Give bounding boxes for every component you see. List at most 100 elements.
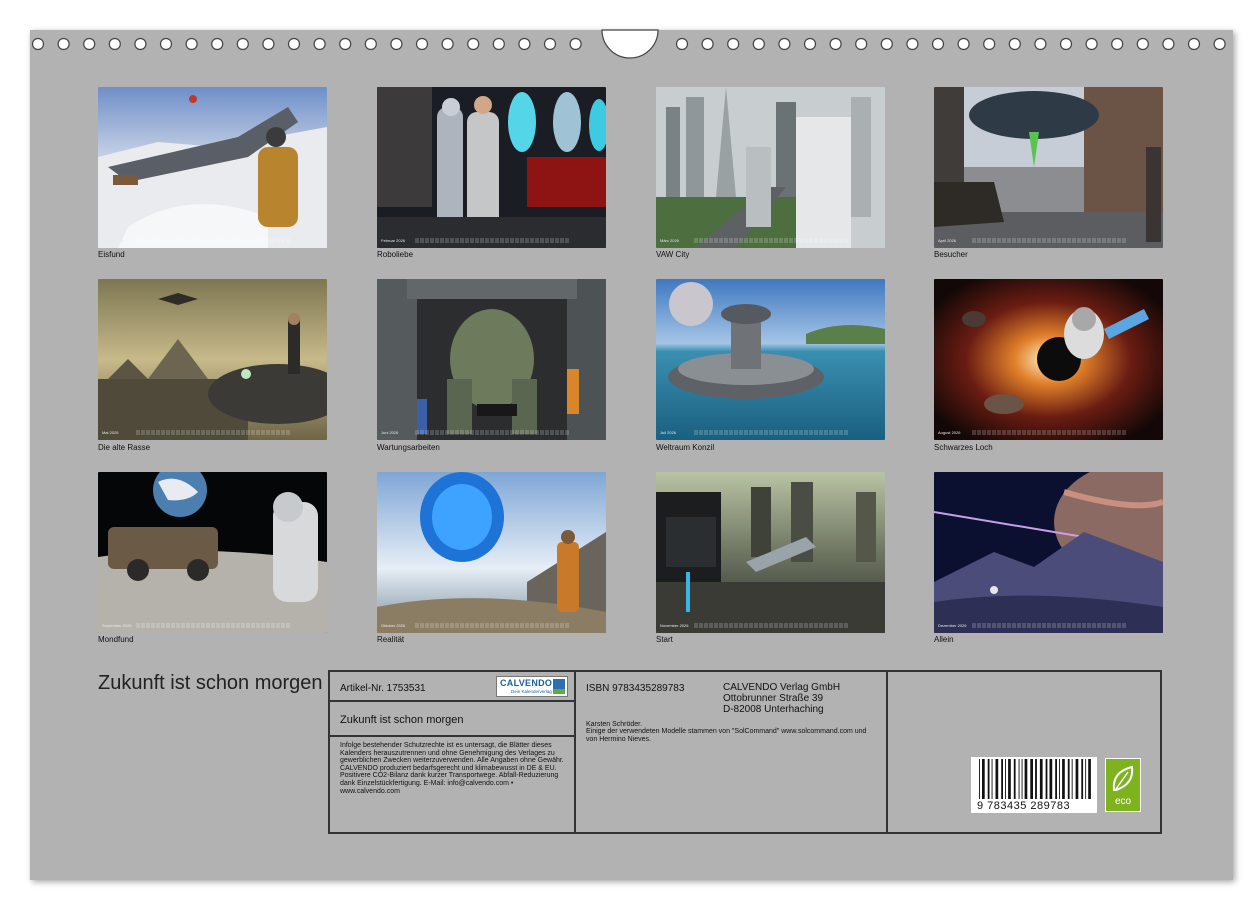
- eco-badge: eco: [1105, 758, 1141, 812]
- binding-hole: [492, 37, 505, 51]
- month-image-3: März 2026: [656, 87, 885, 248]
- month-image-8: August 2026: [934, 279, 1163, 440]
- binding-hole: [339, 37, 352, 51]
- info-box: Artikel-Nr. 1753531 CALVENDO Dein Kalend…: [328, 670, 1162, 834]
- month-image-7: Juli 2026: [656, 279, 885, 440]
- hanger-cutout: [601, 29, 659, 59]
- logo-text: CALVENDO: [500, 678, 553, 688]
- binding-hole: [931, 37, 945, 51]
- month-strip: April 2026: [934, 237, 1163, 244]
- binding-hole: [569, 37, 582, 51]
- month-strip: Juli 2026: [656, 429, 885, 436]
- caption-8: Schwarzes Loch: [934, 443, 993, 452]
- binding-hole: [1111, 37, 1124, 51]
- binding-hole: [467, 37, 480, 51]
- month-label: September 2026: [102, 623, 132, 628]
- binding-hole: [390, 37, 403, 51]
- binding-hole: [185, 37, 198, 51]
- caption-6: Wartungsarbeiten: [377, 443, 440, 452]
- binding-hole: [1059, 37, 1073, 51]
- month-strip: Juni 2026: [377, 429, 606, 436]
- binding-hole: [1187, 37, 1201, 51]
- month-image-6: Juni 2026: [377, 279, 606, 440]
- binding-hole: [108, 37, 121, 51]
- product-title: Zukunft ist schon morgen: [340, 714, 464, 726]
- month-strip: August 2026: [934, 429, 1163, 436]
- month-label: Juli 2026: [660, 430, 677, 435]
- binding-hole: [1162, 37, 1175, 51]
- month-image-5: Mai 2026: [98, 279, 327, 440]
- binding-hole: [727, 37, 740, 51]
- binding-hole: [31, 37, 45, 51]
- isbn: ISBN 9783435289783: [586, 683, 685, 694]
- binding-hole: [778, 37, 791, 51]
- month-image-9: September 2026: [98, 472, 327, 633]
- binding-hole: [1085, 37, 1098, 51]
- binding-hole: [701, 37, 714, 51]
- leaf-icon: [1112, 765, 1134, 791]
- barcode: 9 783435 289783: [971, 757, 1097, 813]
- eco-label: eco: [1114, 796, 1132, 807]
- month-label: März 2026: [660, 238, 679, 243]
- binding-hole: [1136, 37, 1149, 51]
- month-label: Mai 2026: [102, 430, 119, 435]
- month-image-2: Februar 2026: [377, 87, 606, 248]
- month-label: Dezember 2026: [938, 623, 967, 628]
- binding-hole: [675, 37, 689, 51]
- month-strip: Februar 2026: [377, 237, 606, 244]
- binding-hole: [518, 37, 531, 51]
- month-strip: Dezember 2026: [934, 622, 1163, 629]
- caption-1: Eisfund: [98, 250, 125, 259]
- month-label: April 2026: [938, 238, 957, 243]
- binding-hole: [313, 37, 326, 51]
- month-strip: September 2026: [98, 622, 327, 629]
- binding-hole: [906, 37, 919, 51]
- month-image-4: April 2026: [934, 87, 1163, 248]
- month-image-10: Oktober 2026: [377, 472, 606, 633]
- binding-hole: [364, 37, 377, 51]
- month-strip: März 2026: [656, 237, 885, 244]
- publisher-city: D-82008 Unterhaching: [723, 704, 824, 715]
- month-strip: November 2026: [656, 622, 885, 629]
- binding-hole: [957, 37, 970, 51]
- binding-hole: [829, 37, 842, 51]
- binding-hole: [855, 37, 868, 51]
- article-number: Artikel-Nr. 1753531: [340, 683, 426, 694]
- binding-hole: [543, 37, 557, 51]
- month-image-1: Januar 2026: [98, 87, 327, 248]
- binding-hole: [236, 37, 249, 51]
- caption-9: Mondfund: [98, 635, 134, 644]
- binding-hole: [1034, 37, 1047, 51]
- publisher-name: CALVENDO Verlag GmbH: [723, 682, 841, 693]
- month-strip: Oktober 2026: [377, 622, 606, 629]
- binding-hole: [159, 37, 173, 51]
- binding-hole: [752, 37, 765, 51]
- binding-hole: [415, 37, 429, 51]
- binding-hole: [134, 37, 147, 51]
- caption-10: Realität: [377, 635, 405, 644]
- binding-hole: [441, 37, 454, 51]
- caption-11: Start: [656, 635, 673, 644]
- binding-hole: [1008, 37, 1021, 51]
- month-label: Juni 2026: [381, 430, 399, 435]
- binding-hole: [57, 37, 70, 51]
- binding-hole: [880, 37, 893, 51]
- month-image-12: Dezember 2026: [934, 472, 1163, 633]
- binding-hole: [83, 37, 96, 51]
- binding-hole: [1213, 37, 1226, 51]
- credits: Einige der verwendeten Modelle stammen v…: [586, 728, 867, 743]
- barcode-number: 9 783435 289783: [977, 800, 1071, 812]
- month-label: Januar 2026: [102, 238, 125, 243]
- caption-2: Roboliebe: [377, 250, 414, 259]
- caption-3: VAW City: [656, 250, 690, 259]
- legal-text: Infolge bestehender Schutzrechte ist es …: [340, 742, 564, 795]
- binding-hole: [983, 37, 996, 51]
- binding-hole: [803, 37, 817, 51]
- month-image-11: November 2026: [656, 472, 885, 633]
- caption-12: Allein: [934, 635, 954, 644]
- month-strip: Mai 2026: [98, 429, 327, 436]
- calendar-title: Zukunft ist schon morgen: [98, 672, 323, 694]
- month-label: Februar 2026: [381, 238, 406, 243]
- caption-5: Die alte Rasse: [98, 443, 151, 452]
- month-strip: Januar 2026: [98, 237, 327, 244]
